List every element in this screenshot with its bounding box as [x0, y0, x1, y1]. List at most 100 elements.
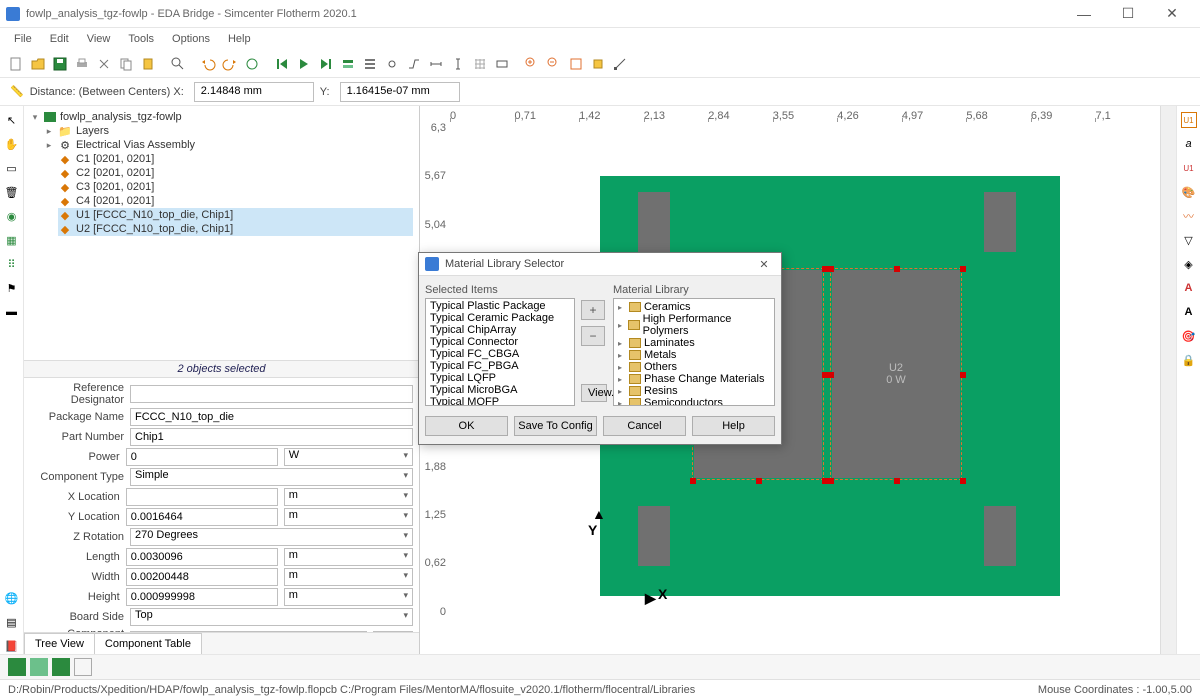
- tree-c2[interactable]: ◆C2 [0201, 0201]: [58, 166, 413, 180]
- dim-h-icon[interactable]: [426, 54, 446, 74]
- window-maximize[interactable]: ☐: [1106, 0, 1150, 28]
- distance-x-value[interactable]: 2.14848 mm: [194, 82, 314, 102]
- list-item[interactable]: Typical ChipArray: [427, 324, 573, 336]
- material-library-tree[interactable]: ▸Ceramics ▸High Performance Polymers ▸La…: [613, 298, 775, 406]
- u1-icon[interactable]: U1: [1181, 112, 1197, 128]
- selected-items-list[interactable]: Typical Plastic Package Typical Ceramic …: [425, 298, 575, 406]
- save-icon[interactable]: [50, 54, 70, 74]
- lib-item[interactable]: ▸Laminates: [616, 337, 772, 349]
- skip-end-icon[interactable]: [316, 54, 336, 74]
- add-button[interactable]: +: [581, 300, 605, 320]
- help-button[interactable]: Help: [692, 416, 775, 436]
- tab-component-table[interactable]: Component Table: [94, 633, 202, 654]
- remove-button[interactable]: −: [581, 326, 605, 346]
- project-tree[interactable]: ▾ fowlp_analysis_tgz-fowlp ▸📁Layers ▸⚙El…: [24, 106, 419, 360]
- lib-item[interactable]: ▸Resins: [616, 385, 772, 397]
- y-location-unit[interactable]: m: [284, 508, 413, 526]
- list-item[interactable]: Typical LQFP: [427, 372, 573, 384]
- grid-icon[interactable]: [470, 54, 490, 74]
- distance-y-value[interactable]: 1.16415e-07 mm: [340, 82, 460, 102]
- print-icon[interactable]: [72, 54, 92, 74]
- funnel-icon[interactable]: ▽: [1181, 232, 1197, 248]
- copy-icon[interactable]: [116, 54, 136, 74]
- diamond-icon[interactable]: ◈: [1181, 256, 1197, 272]
- lock-icon[interactable]: 🔒: [1181, 352, 1197, 368]
- dots-icon[interactable]: ⠿: [4, 256, 20, 272]
- redo-icon[interactable]: [220, 54, 240, 74]
- width-input[interactable]: [126, 568, 278, 586]
- router-icon[interactable]: 🎯: [1181, 328, 1197, 344]
- paste-icon[interactable]: [138, 54, 158, 74]
- menu-tools[interactable]: Tools: [120, 31, 162, 47]
- list-item[interactable]: Typical Plastic Package: [427, 300, 573, 312]
- tree-c1[interactable]: ◆C1 [0201, 0201]: [58, 152, 413, 166]
- component-c4[interactable]: [984, 506, 1016, 566]
- zoom-sel-icon[interactable]: [588, 54, 608, 74]
- width-unit[interactable]: m: [284, 568, 413, 586]
- window-minimize[interactable]: —: [1062, 0, 1106, 28]
- lib-item[interactable]: ▸Semiconductors: [616, 397, 772, 406]
- tree-layers[interactable]: ▸📁Layers: [44, 124, 413, 138]
- palette-icon[interactable]: 🎨: [1181, 184, 1197, 200]
- tree-u2[interactable]: ◆U2 [FCCC_N10_top_die, Chip1]: [58, 222, 413, 236]
- cube2-icon[interactable]: ▦: [4, 232, 20, 248]
- length-unit[interactable]: m: [284, 548, 413, 566]
- layers-left-icon[interactable]: ▤: [4, 614, 20, 630]
- cursor-icon[interactable]: ↖: [4, 112, 20, 128]
- rect-icon[interactable]: ▬: [4, 304, 20, 320]
- trash-icon[interactable]: 🗑: [4, 184, 20, 200]
- undo-icon[interactable]: [198, 54, 218, 74]
- refresh-icon[interactable]: [242, 54, 262, 74]
- find-icon[interactable]: [168, 54, 188, 74]
- menu-options[interactable]: Options: [164, 31, 218, 47]
- list-item[interactable]: Typical Connector: [427, 336, 573, 348]
- component-u2[interactable]: U2 0 W: [832, 270, 960, 478]
- list-item[interactable]: Typical MQFP: [427, 396, 573, 406]
- save-to-config-button[interactable]: Save To Config: [514, 416, 597, 436]
- tree-c3[interactable]: ◆C3 [0201, 0201]: [58, 180, 413, 194]
- part-number-input[interactable]: [130, 428, 413, 446]
- x-location-input[interactable]: [126, 488, 278, 506]
- height-input[interactable]: [126, 588, 278, 606]
- zoom-in-icon[interactable]: [522, 54, 542, 74]
- measure-icon[interactable]: [610, 54, 630, 74]
- layers-icon[interactable]: [338, 54, 358, 74]
- bold-a-icon[interactable]: A: [1181, 304, 1197, 320]
- height-unit[interactable]: m: [284, 588, 413, 606]
- dim-v-icon[interactable]: [448, 54, 468, 74]
- new-icon[interactable]: [6, 54, 26, 74]
- select-box-icon[interactable]: ▭: [4, 160, 20, 176]
- view-iso-icon[interactable]: [8, 658, 26, 676]
- skip-start-icon[interactable]: [272, 54, 292, 74]
- tree-u1[interactable]: ◆U1 [FCCC_N10_top_die, Chip1]: [58, 208, 413, 222]
- cancel-button[interactable]: Cancel: [603, 416, 686, 436]
- book-icon[interactable]: 📕: [4, 638, 20, 654]
- cut-icon[interactable]: [94, 54, 114, 74]
- list-item[interactable]: Typical MicroBGA: [427, 384, 573, 396]
- align-icon[interactable]: [492, 54, 512, 74]
- menu-file[interactable]: File: [6, 31, 40, 47]
- component-c3[interactable]: [638, 506, 670, 566]
- x-location-unit[interactable]: m: [284, 488, 413, 506]
- ok-button[interactable]: OK: [425, 416, 508, 436]
- red-u1-icon[interactable]: U1: [1181, 160, 1197, 176]
- via-icon[interactable]: [382, 54, 402, 74]
- component-c2[interactable]: [984, 192, 1016, 252]
- lib-item[interactable]: ▸Ceramics: [616, 301, 772, 313]
- tree-vias[interactable]: ▸⚙Electrical Vias Assembly: [44, 138, 413, 152]
- open-icon[interactable]: [28, 54, 48, 74]
- view-side-icon[interactable]: [52, 658, 70, 676]
- menu-help[interactable]: Help: [220, 31, 259, 47]
- tree-root[interactable]: ▾ fowlp_analysis_tgz-fowlp: [30, 110, 413, 124]
- hand-icon[interactable]: ✋: [4, 136, 20, 152]
- lib-item[interactable]: ▸High Performance Polymers: [616, 313, 772, 337]
- view-top-icon[interactable]: [30, 658, 48, 676]
- zoom-out-icon[interactable]: [544, 54, 564, 74]
- tree-c4[interactable]: ◆C4 [0201, 0201]: [58, 194, 413, 208]
- list-item[interactable]: Typical FC_CBGA: [427, 348, 573, 360]
- package-name-input[interactable]: [130, 408, 413, 426]
- window-close[interactable]: ✕: [1150, 0, 1194, 28]
- stackup-icon[interactable]: [360, 54, 380, 74]
- italic-a-icon[interactable]: A: [1181, 280, 1197, 296]
- view-button[interactable]: View...: [581, 384, 607, 402]
